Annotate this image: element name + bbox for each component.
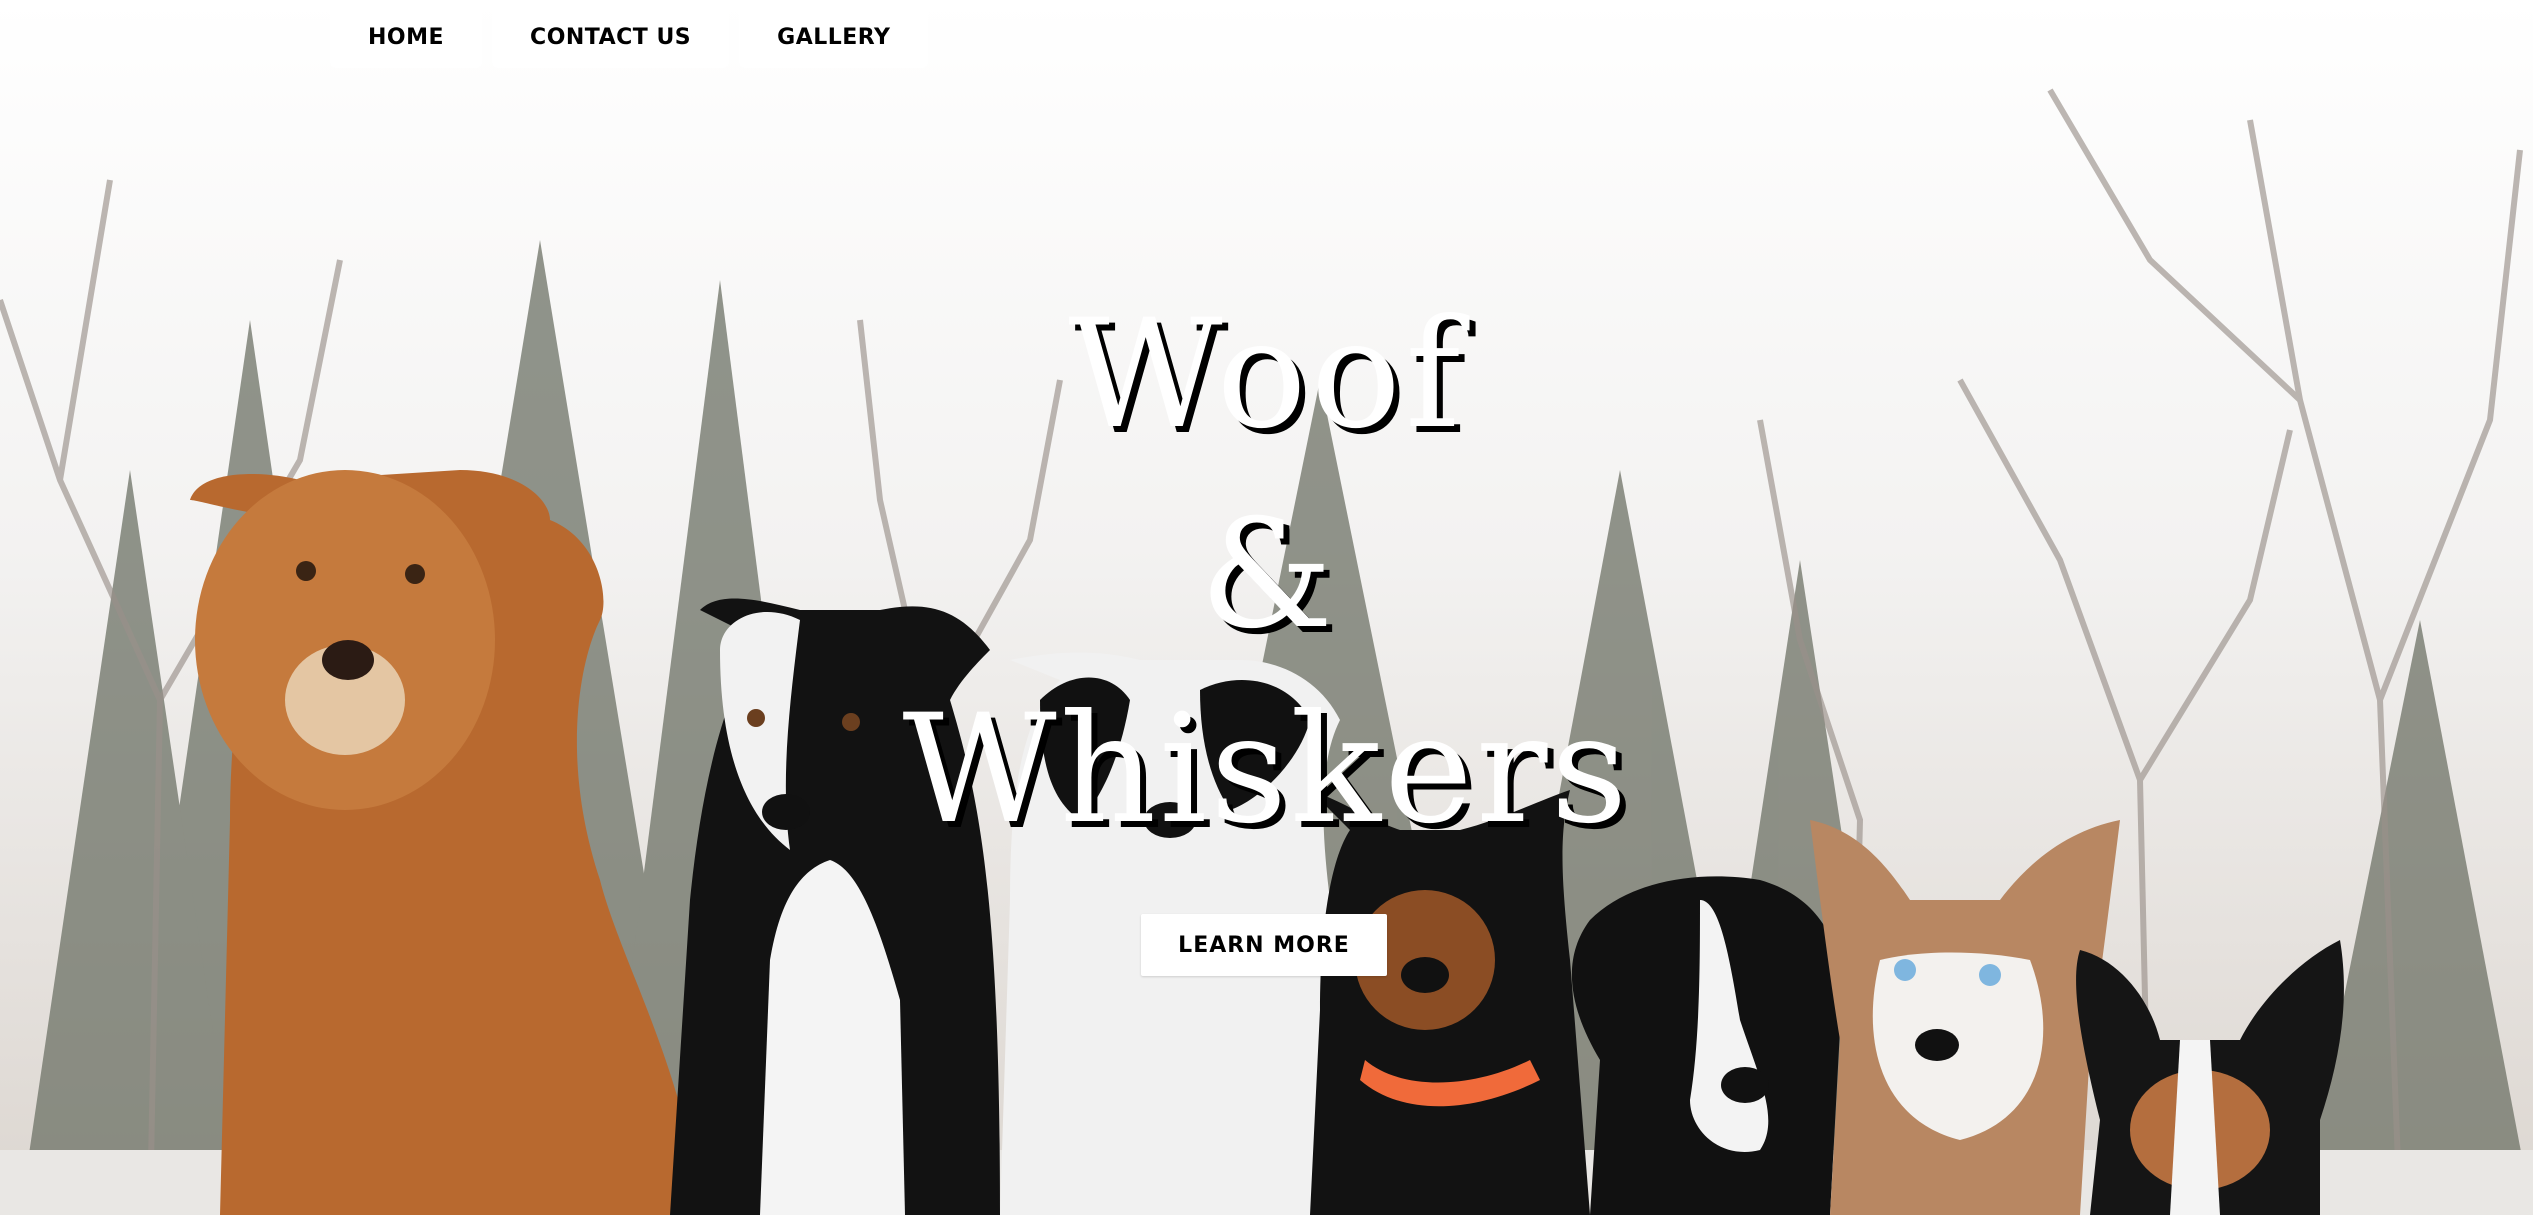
nav-home-link[interactable]: HOME [330,6,483,68]
hero-title-line-woof: Woof [1068,288,1465,462]
nav-gallery-link[interactable]: GALLERY [739,6,929,68]
main-nav: HOME CONTACT US GALLERY [330,6,929,68]
hero-title-line-ampersand: & [1199,488,1334,662]
black-and-white-dog [1571,876,1843,1215]
learn-more-button[interactable]: LEARN MORE [1141,914,1387,976]
landing-page: HOME CONTACT US GALLERY Woof & Whiskers … [0,0,2533,1215]
nav-contact-us-link[interactable]: CONTACT US [492,6,730,68]
hero-title-line-whiskers: Whiskers [902,683,1631,857]
